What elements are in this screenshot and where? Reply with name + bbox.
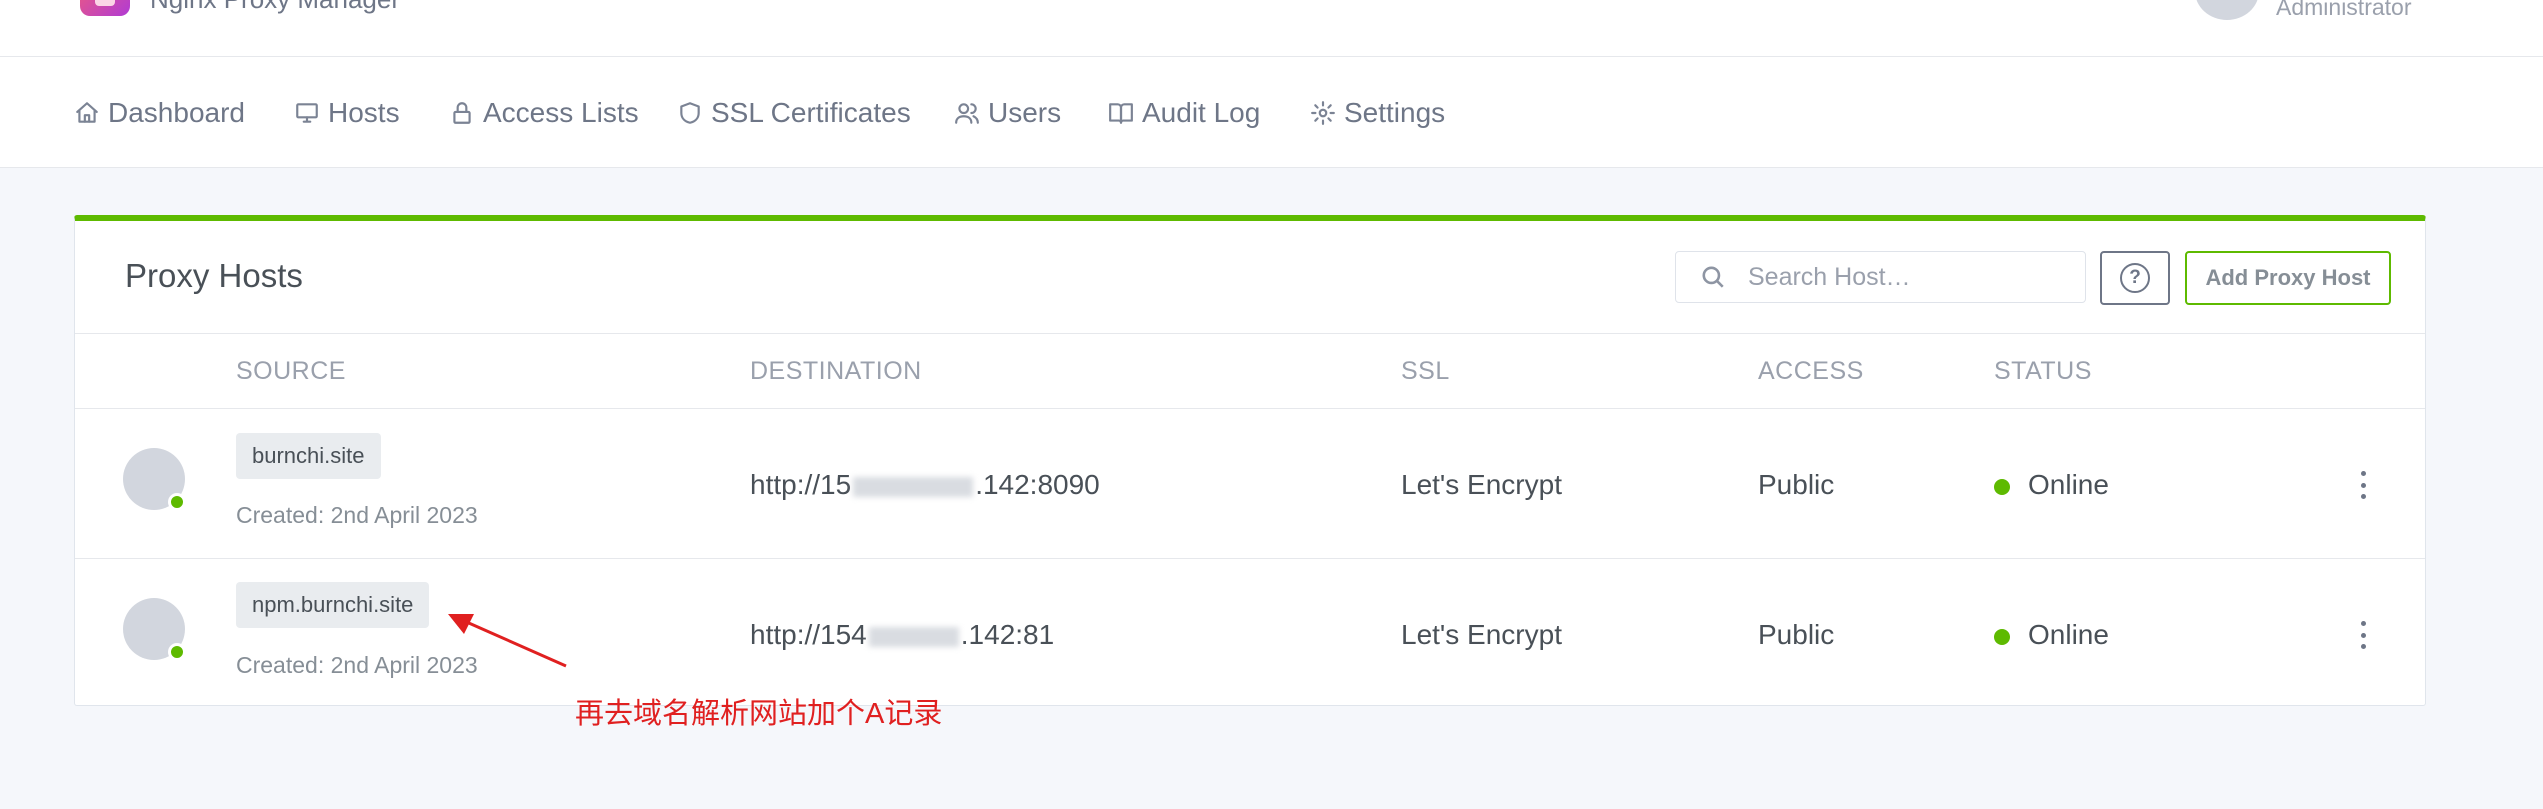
table-divider: [75, 558, 2425, 559]
nav-access-lists[interactable]: Access Lists: [449, 93, 639, 133]
add-proxy-host-button[interactable]: Add Proxy Host: [2185, 251, 2391, 305]
nav-hosts[interactable]: Hosts: [294, 93, 400, 133]
destination: http://15 .142:8090: [750, 469, 1100, 501]
row-menu-button[interactable]: [2351, 617, 2375, 653]
online-indicator: [168, 643, 186, 661]
book-icon: [1109, 103, 1133, 124]
destination-suffix: .142:8090: [975, 469, 1100, 500]
logo-mark-icon: [95, 0, 115, 6]
domain-badge[interactable]: npm.burnchi.site: [236, 582, 430, 628]
nav-users-label: Users: [988, 97, 1062, 128]
nav-ssl-certificates[interactable]: SSL Certificates: [677, 93, 911, 133]
users-icon: [955, 103, 979, 124]
help-button[interactable]: ?: [2100, 251, 2170, 305]
nav-settings[interactable]: Settings: [1310, 93, 1445, 133]
nav-users[interactable]: Users: [954, 93, 1061, 133]
lock-icon: [453, 102, 471, 124]
redacted-ip: [868, 626, 959, 647]
access-type: Public: [1758, 469, 1835, 500]
destination-suffix: .142:81: [960, 619, 1055, 650]
help-icon: ?: [2120, 263, 2150, 293]
search-box[interactable]: [1675, 251, 2086, 303]
created-date: Created: 2nd April 2023: [236, 502, 478, 528]
status-dot: [1994, 629, 2010, 645]
ssl-provider: Let's Encrypt: [1401, 469, 1562, 500]
top-header: Nginx Proxy Manager Administrator: [0, 0, 2543, 57]
nav-dashboard[interactable]: Dashboard: [74, 93, 245, 133]
column-header-destination[interactable]: DESTINATION: [750, 357, 922, 386]
home-icon: [76, 102, 98, 123]
nav-dashboard-label: Dashboard: [108, 97, 245, 128]
annotation-text: 再去域名解析网站加个A记录: [575, 698, 943, 730]
shield-icon: [680, 102, 700, 124]
main-nav: Dashboard Hosts Access Lists SSL Certifi…: [0, 57, 2543, 168]
column-header-ssl[interactable]: SSL: [1401, 357, 1450, 386]
column-header-status[interactable]: STATUS: [1994, 357, 2092, 386]
access-type: Public: [1758, 619, 1835, 650]
domain-badge[interactable]: burnchi.site: [236, 433, 381, 479]
table-divider: [75, 408, 2425, 409]
nav-audit-log[interactable]: Audit Log: [1108, 93, 1260, 133]
proxy-hosts-card: Proxy Hosts ? Add Proxy Host SOURCE DEST…: [74, 215, 2426, 706]
ssl-provider: Let's Encrypt: [1401, 619, 1562, 650]
destination: http://154 .142:81: [750, 619, 1054, 651]
nav-access-lists-label: Access Lists: [483, 97, 639, 128]
gear-icon: [1311, 101, 1335, 125]
annotation-arrow: [448, 614, 567, 668]
monitor-icon: [296, 103, 318, 123]
nav-settings-label: Settings: [1344, 97, 1446, 128]
user-role: Administrator: [2276, 0, 2412, 20]
app-title: Nginx Proxy Manager: [150, 0, 400, 15]
destination-prefix: http://154: [750, 619, 867, 650]
column-header-access[interactable]: ACCESS: [1758, 357, 1864, 386]
status-text: Online: [2028, 469, 2109, 500]
card-title: Proxy Hosts: [125, 257, 303, 294]
search-icon: [1702, 266, 1724, 288]
destination-prefix: http://15: [750, 469, 852, 500]
column-header-source[interactable]: SOURCE: [236, 357, 346, 386]
nav-ssl-certificates-label: SSL Certificates: [711, 97, 911, 128]
search-input[interactable]: [1748, 262, 2068, 292]
row-menu-button[interactable]: [2351, 467, 2375, 503]
nav-audit-log-label: Audit Log: [1142, 97, 1261, 128]
online-indicator: [168, 493, 186, 511]
user-avatar[interactable]: [2195, 0, 2259, 20]
nav-hosts-label: Hosts: [328, 97, 400, 128]
table-divider: [75, 333, 2425, 334]
redacted-ip: [853, 476, 974, 497]
status-text: Online: [2028, 619, 2109, 650]
status-dot: [1994, 479, 2010, 495]
